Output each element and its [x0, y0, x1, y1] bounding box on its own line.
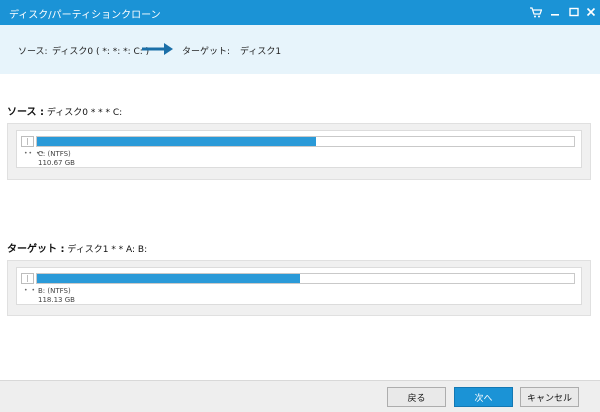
target-dots: • • [24, 287, 36, 294]
cart-icon[interactable] [528, 4, 544, 20]
target-usage-fill [37, 274, 301, 283]
drag-handle-icon[interactable] [21, 136, 34, 147]
target-value: ディスク1 [240, 47, 282, 57]
target-detail: ディスク1 * * A: B: [67, 245, 148, 255]
maximize-icon[interactable] [566, 4, 582, 20]
source-heading: ソース : [7, 107, 44, 118]
source-disk-panel: •• •• C: (NTFS) 110.67 GB [7, 123, 591, 180]
source-label: ソース: [18, 47, 48, 57]
target-disk-panel: • • B: (NTFS) 118.13 GB [7, 260, 591, 316]
target-partition-name: B: (NTFS) [38, 287, 71, 295]
target-partition-bar[interactable] [36, 273, 575, 284]
cancel-button[interactable]: キャンセル [520, 387, 579, 407]
clone-summary-bar: ソース: ディスク0 ( *: *: *: C: ) ターゲット: ディスク1 [0, 25, 600, 74]
source-partition-name: C: (NTFS) [38, 150, 71, 158]
target-heading: ターゲット : [7, 244, 65, 255]
source-detail: ディスク0 * * * C: [46, 108, 123, 118]
close-icon[interactable] [583, 4, 599, 20]
source-partition-bar[interactable] [36, 136, 575, 147]
target-section-title: ターゲット : ディスク1 * * A: B: [7, 240, 147, 255]
next-button[interactable]: 次へ [454, 387, 513, 407]
window-title: ディスク/パーティションクローン [9, 10, 161, 21]
footer-bar: 戻る 次へ キャンセル [0, 380, 600, 412]
arrow-right-icon [142, 43, 173, 55]
source-value: ディスク0 ( *: *: *: C: ) [52, 47, 150, 57]
minimize-icon[interactable] [547, 4, 563, 20]
title-bar: ディスク/パーティションクローン [0, 0, 600, 25]
source-section-title: ソース : ディスク0 * * * C: [7, 103, 122, 118]
target-partition-size: 118.13 GB [38, 296, 75, 304]
target-disk-map[interactable]: • • B: (NTFS) 118.13 GB [16, 267, 582, 305]
source-usage-fill [37, 137, 317, 146]
drag-handle-icon[interactable] [21, 273, 34, 284]
back-button[interactable]: 戻る [387, 387, 446, 407]
source-disk-map[interactable]: •• •• C: (NTFS) 110.67 GB [16, 130, 582, 168]
target-label: ターゲット: [182, 47, 231, 57]
source-partition-size: 110.67 GB [38, 159, 75, 167]
